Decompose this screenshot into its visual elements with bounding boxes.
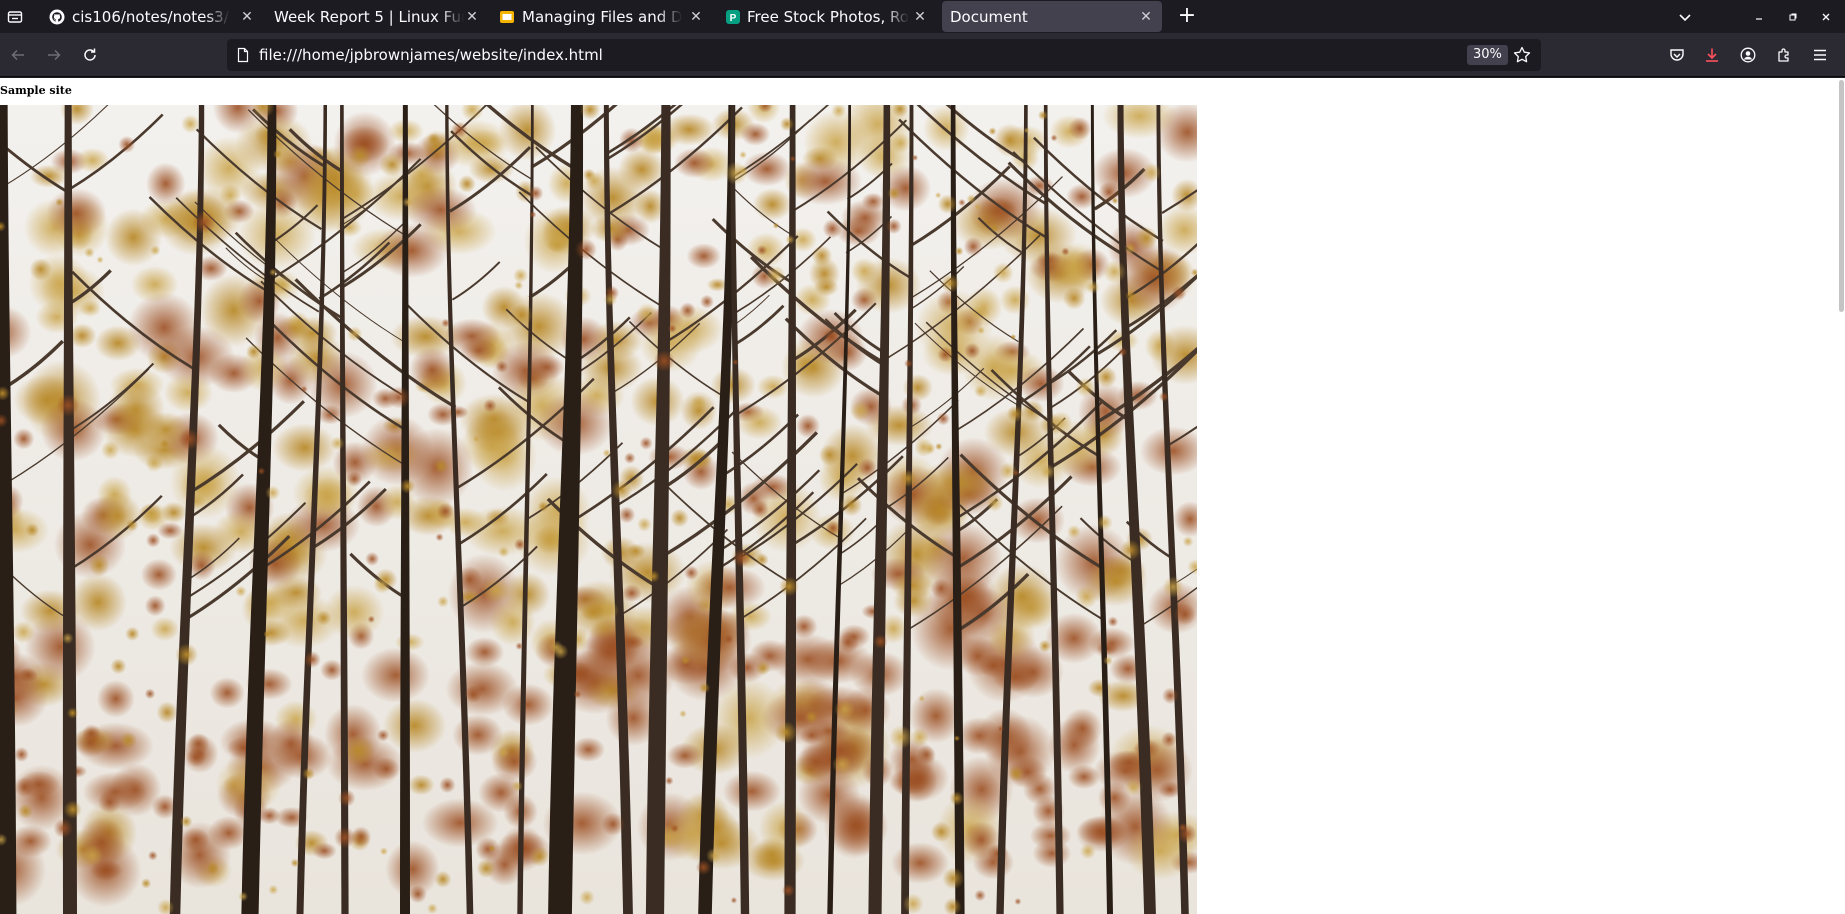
page-content: Sample site <box>0 78 1845 914</box>
reload-icon <box>84 48 96 61</box>
tab-document[interactable]: Document ✕ <box>942 1 1162 32</box>
list-all-tabs-button[interactable] <box>1674 6 1696 28</box>
tab-title: Document <box>950 8 1028 26</box>
forward-button[interactable] <box>42 43 66 67</box>
hamburger-menu-icon <box>1814 49 1826 61</box>
minimize-icon <box>1756 18 1762 20</box>
github-icon <box>49 9 65 25</box>
close-tab-icon[interactable]: ✕ <box>240 10 254 24</box>
zoom-level-button[interactable]: 30% <box>1467 45 1508 65</box>
pexels-icon: P <box>725 9 741 25</box>
downloads-button[interactable] <box>1700 43 1724 67</box>
slides-icon <box>499 9 515 25</box>
firefox-view-icon <box>7 11 23 23</box>
account-icon <box>1740 47 1756 63</box>
scrollbar-thumb[interactable] <box>1839 80 1844 312</box>
tab-week-report[interactable]: Week Report 5 | Linux Funda ✕ <box>262 1 484 32</box>
arrow-right-icon <box>48 49 61 61</box>
navigation-toolbar: file:///home/jpbrownjames/website/index.… <box>0 33 1845 77</box>
tab-managing-files[interactable]: Managing Files and Direc ✕ <box>490 1 706 32</box>
bookmark-star-button[interactable] <box>1512 45 1532 65</box>
restore-icon <box>1789 13 1797 21</box>
menu-button[interactable] <box>1808 43 1832 67</box>
svg-text:P: P <box>730 13 737 24</box>
close-tab-icon[interactable]: ✕ <box>1139 10 1153 24</box>
tab-github-notes[interactable]: cis106/notes/notes3/not ✕ <box>40 1 256 32</box>
chevron-down-icon <box>1679 14 1691 22</box>
pocket-icon <box>1670 49 1684 61</box>
restore-button[interactable] <box>1783 7 1803 27</box>
download-icon <box>1706 48 1718 62</box>
extensions-button[interactable] <box>1772 43 1796 67</box>
close-tab-icon[interactable]: ✕ <box>689 10 703 24</box>
page-icon <box>235 47 251 63</box>
firefox-view-button[interactable] <box>4 6 26 28</box>
tab-title: Week Report 5 | Linux Funda <box>274 8 464 26</box>
tab-free-stock-photos[interactable]: P Free Stock Photos, Royalt ✕ <box>716 1 934 32</box>
url-text[interactable]: file:///home/jpbrownjames/website/index.… <box>259 46 603 64</box>
url-bar[interactable]: file:///home/jpbrownjames/website/index.… <box>227 39 1541 71</box>
new-tab-button[interactable]: + <box>1176 5 1198 27</box>
puzzle-icon <box>1778 48 1789 62</box>
pocket-button[interactable] <box>1665 43 1689 67</box>
page-heading: Sample site <box>0 84 72 97</box>
reload-button[interactable] <box>78 43 102 67</box>
close-tab-icon[interactable]: ✕ <box>913 10 927 24</box>
back-button[interactable] <box>6 43 30 67</box>
minimize-button[interactable] <box>1749 7 1769 27</box>
close-icon <box>1822 13 1830 21</box>
close-window-button[interactable] <box>1816 7 1836 27</box>
arrow-left-icon <box>11 49 24 61</box>
account-button[interactable] <box>1736 43 1760 67</box>
star-icon <box>1513 46 1531 63</box>
vertical-scrollbar[interactable] <box>1837 78 1845 914</box>
forest-photo <box>0 105 1197 914</box>
close-tab-icon[interactable]: ✕ <box>465 10 479 24</box>
tab-strip: cis106/notes/notes3/not ✕ Week Report 5 … <box>0 0 1845 33</box>
